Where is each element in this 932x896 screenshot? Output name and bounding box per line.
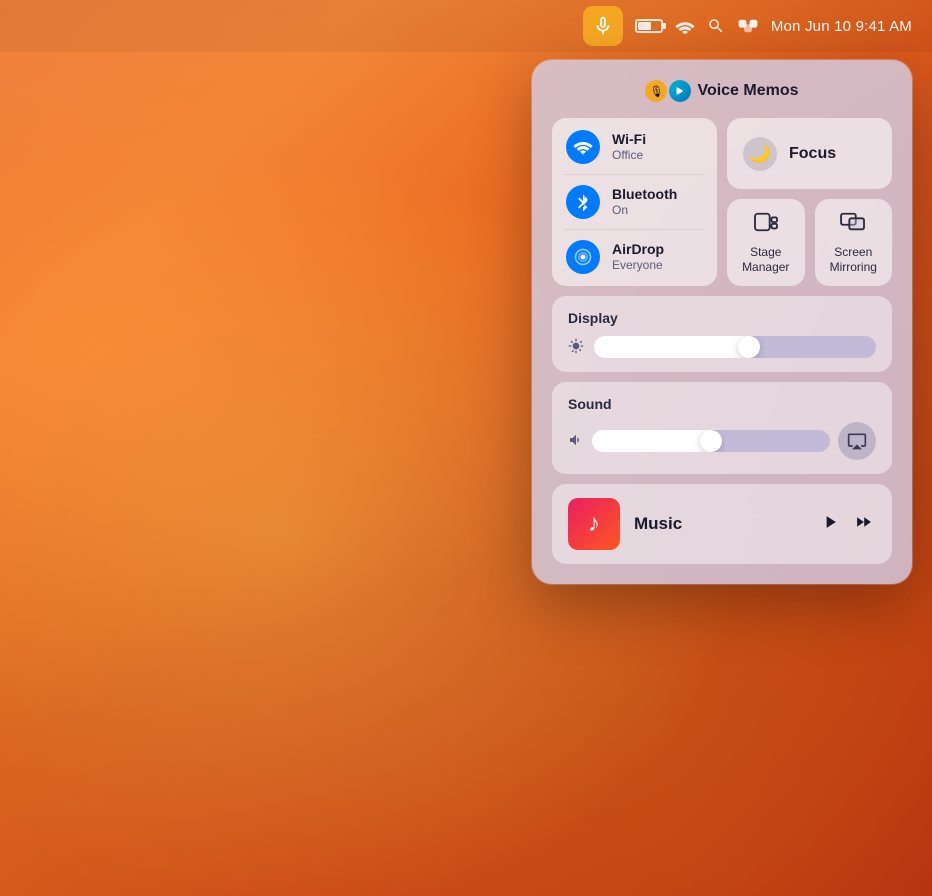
bluetooth-name: Bluetooth <box>612 186 677 203</box>
stage-manager-icon <box>753 211 779 239</box>
voice-memos-header: 🎙 Voice Memos <box>552 80 892 102</box>
bottom-right-grid: Stage Manager Screen Mirroring <box>727 199 892 286</box>
right-panels: 🌙 Focus Stage Manager <box>727 118 892 286</box>
divider-2 <box>564 229 705 230</box>
wifi-name: Wi-Fi <box>612 131 646 148</box>
focus-label: Focus <box>789 145 836 163</box>
wifi-icon <box>566 130 600 164</box>
divider-1 <box>564 174 705 175</box>
bluetooth-item[interactable]: Bluetooth On <box>566 185 703 219</box>
display-slider-container <box>568 336 876 358</box>
airdrop-name: AirDrop <box>612 241 664 258</box>
sound-label: Sound <box>568 396 876 412</box>
top-grid: Wi-Fi Office Bluetooth On <box>552 118 892 286</box>
airdrop-text: AirDrop Everyone <box>612 241 664 272</box>
focus-moon-icon: 🌙 <box>743 137 777 171</box>
music-note-icon: ♪ <box>588 510 600 538</box>
bluetooth-icon <box>566 185 600 219</box>
music-app-name: Music <box>634 514 806 534</box>
airdrop-status: Everyone <box>612 258 664 272</box>
menubar: Mon Jun 10 9:41 AM <box>0 0 932 52</box>
brightness-icon <box>568 338 584 357</box>
control-center-menubar-icon[interactable] <box>737 18 759 34</box>
airdrop-item[interactable]: AirDrop Everyone <box>566 240 703 274</box>
spotlight-icon[interactable] <box>707 17 725 35</box>
wifi-menubar-icon[interactable] <box>675 18 695 34</box>
stage-manager-panel[interactable]: Stage Manager <box>727 199 805 286</box>
display-label: Display <box>568 310 876 326</box>
display-section: Display <box>552 296 892 372</box>
sound-section: Sound <box>552 382 892 474</box>
music-artwork: ♪ <box>568 498 620 550</box>
sound-row <box>568 422 876 460</box>
music-forward-button[interactable] <box>854 512 876 537</box>
bluetooth-text: Bluetooth On <box>612 186 677 217</box>
volume-slider[interactable] <box>592 430 830 452</box>
voice-memos-icons: 🎙 <box>645 80 691 102</box>
bluetooth-status: On <box>612 203 677 217</box>
control-center-panel: 🎙 Voice Memos Wi-Fi Office <box>532 60 912 584</box>
music-play-button[interactable] <box>820 512 840 537</box>
battery-icon <box>635 19 663 33</box>
screen-mirroring-icon <box>840 211 866 239</box>
music-controls <box>820 512 876 537</box>
airplay-button[interactable] <box>838 422 876 460</box>
screen-mirroring-label: Screen Mirroring <box>825 245 883 274</box>
focus-panel[interactable]: 🌙 Focus <box>727 118 892 189</box>
wifi-status: Office <box>612 148 646 162</box>
music-section: ♪ Music <box>552 484 892 564</box>
volume-icon <box>568 432 584 451</box>
airdrop-icon <box>566 240 600 274</box>
stage-manager-label: Stage Manager <box>737 245 795 274</box>
brightness-slider[interactable] <box>594 336 876 358</box>
mic-button[interactable] <box>583 6 623 46</box>
wifi-text: Wi-Fi Office <box>612 131 646 162</box>
wifi-item[interactable]: Wi-Fi Office <box>566 130 703 164</box>
menubar-time: Mon Jun 10 9:41 AM <box>771 18 912 35</box>
screen-mirroring-panel[interactable]: Screen Mirroring <box>815 199 893 286</box>
voice-memos-title: Voice Memos <box>697 82 798 100</box>
voice-memos-mic-icon: 🎙 <box>645 80 667 102</box>
connectivity-panel: Wi-Fi Office Bluetooth On <box>552 118 717 286</box>
voice-memos-nav-icon <box>669 80 691 102</box>
